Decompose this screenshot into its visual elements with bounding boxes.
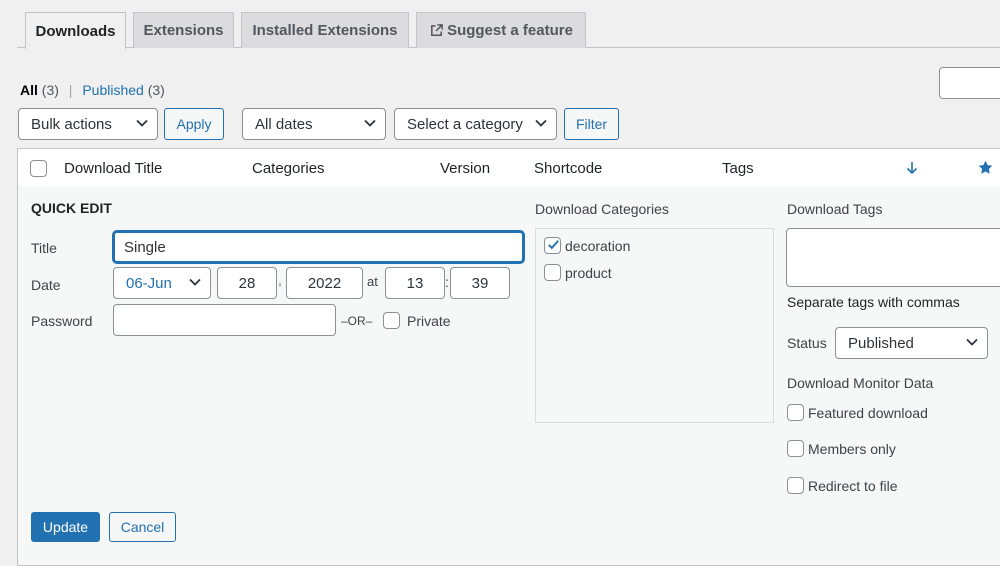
categories-heading: Download Categories (535, 201, 669, 217)
tags-textarea[interactable] (786, 228, 1000, 287)
title-input[interactable]: Single (113, 231, 524, 263)
select-value: Published (848, 334, 914, 352)
select-value: All dates (255, 115, 313, 133)
filter-all[interactable]: All (20, 82, 38, 98)
chevron-down-icon (535, 119, 547, 127)
star-icon[interactable] (978, 160, 993, 175)
cancel-button[interactable]: Cancel (109, 512, 176, 542)
tags-hint: Separate tags with commas (787, 294, 960, 310)
select-value: Select a category (407, 115, 523, 133)
category-checklist (535, 228, 774, 423)
tab-installed-extensions[interactable]: Installed Extensions (241, 12, 409, 48)
chevron-down-icon (189, 278, 201, 286)
category-checkbox-decoration[interactable] (544, 237, 561, 254)
filter-all-count: (3) (41, 82, 59, 98)
tab-label: Downloads (35, 22, 116, 40)
bulk-actions-select[interactable]: Bulk actions (18, 108, 158, 140)
featured-checkbox[interactable] (787, 404, 804, 421)
apply-button[interactable]: Apply (164, 108, 224, 140)
select-value: 06-Jun (126, 274, 172, 292)
monitor-heading: Download Monitor Data (787, 375, 934, 391)
category-label-product: product (565, 265, 612, 281)
chevron-down-icon (364, 119, 376, 127)
quick-edit-heading: QUICK EDIT (31, 200, 112, 216)
external-link-icon (431, 24, 443, 36)
filter-published-count: (3) (147, 82, 165, 98)
search-input[interactable] (939, 67, 1000, 99)
update-button[interactable]: Update (31, 512, 100, 542)
chevron-down-icon (136, 119, 148, 127)
tab-label: Extensions (143, 22, 224, 39)
status-select[interactable]: Published (835, 327, 988, 359)
date-at: at (367, 274, 378, 289)
redirect-label: Redirect to file (808, 478, 898, 494)
tab-label: Suggest a feature (447, 22, 573, 39)
category-select[interactable]: Select a category (394, 108, 557, 140)
members-only-label: Members only (808, 441, 896, 457)
arrow-down-icon[interactable] (906, 161, 918, 175)
select-all-checkbox[interactable] (30, 160, 47, 177)
status-filters: All (3) | Published (3) (20, 82, 165, 98)
featured-label: Featured download (808, 405, 928, 421)
filter-button[interactable]: Filter (564, 108, 619, 140)
select-value: Bulk actions (31, 115, 112, 133)
private-checkbox[interactable] (383, 312, 400, 329)
hour-input[interactable]: 13 (385, 267, 445, 299)
tags-heading: Download Tags (787, 201, 883, 217)
dates-select[interactable]: All dates (242, 108, 386, 140)
minute-input[interactable]: 39 (450, 267, 510, 299)
category-label-decoration: decoration (565, 238, 631, 254)
checkmark-icon (548, 240, 559, 250)
year-input[interactable]: 2022 (286, 267, 363, 299)
table-header: Download Title Categories Version Shortc… (17, 148, 1000, 187)
status-label: Status (787, 335, 827, 351)
column-version[interactable]: Version (440, 160, 490, 177)
category-checkbox-product[interactable] (544, 264, 561, 281)
time-colon: : (445, 274, 449, 290)
date-comma: , (278, 272, 282, 288)
title-label: Title (31, 240, 57, 256)
password-input[interactable] (113, 304, 336, 336)
redirect-checkbox[interactable] (787, 477, 804, 494)
month-select[interactable]: 06-Jun (113, 267, 211, 299)
or-separator: –OR– (341, 314, 373, 328)
date-label: Date (31, 277, 61, 293)
day-input[interactable]: 28 (217, 267, 277, 299)
filter-published[interactable]: Published (82, 82, 144, 98)
tab-downloads[interactable]: Downloads (25, 12, 126, 49)
password-label: Password (31, 313, 93, 329)
tab-suggest-feature[interactable]: Suggest a feature (416, 12, 586, 48)
chevron-down-icon (966, 338, 978, 346)
tab-label: Installed Extensions (252, 22, 398, 39)
private-label: Private (407, 313, 451, 329)
column-tags: Tags (722, 160, 754, 177)
members-only-checkbox[interactable] (787, 440, 804, 457)
filter-separator: | (68, 82, 73, 98)
column-download-title[interactable]: Download Title (64, 160, 162, 177)
column-categories: Categories (252, 160, 325, 177)
column-shortcode: Shortcode (534, 160, 603, 177)
tab-extensions[interactable]: Extensions (133, 12, 234, 48)
